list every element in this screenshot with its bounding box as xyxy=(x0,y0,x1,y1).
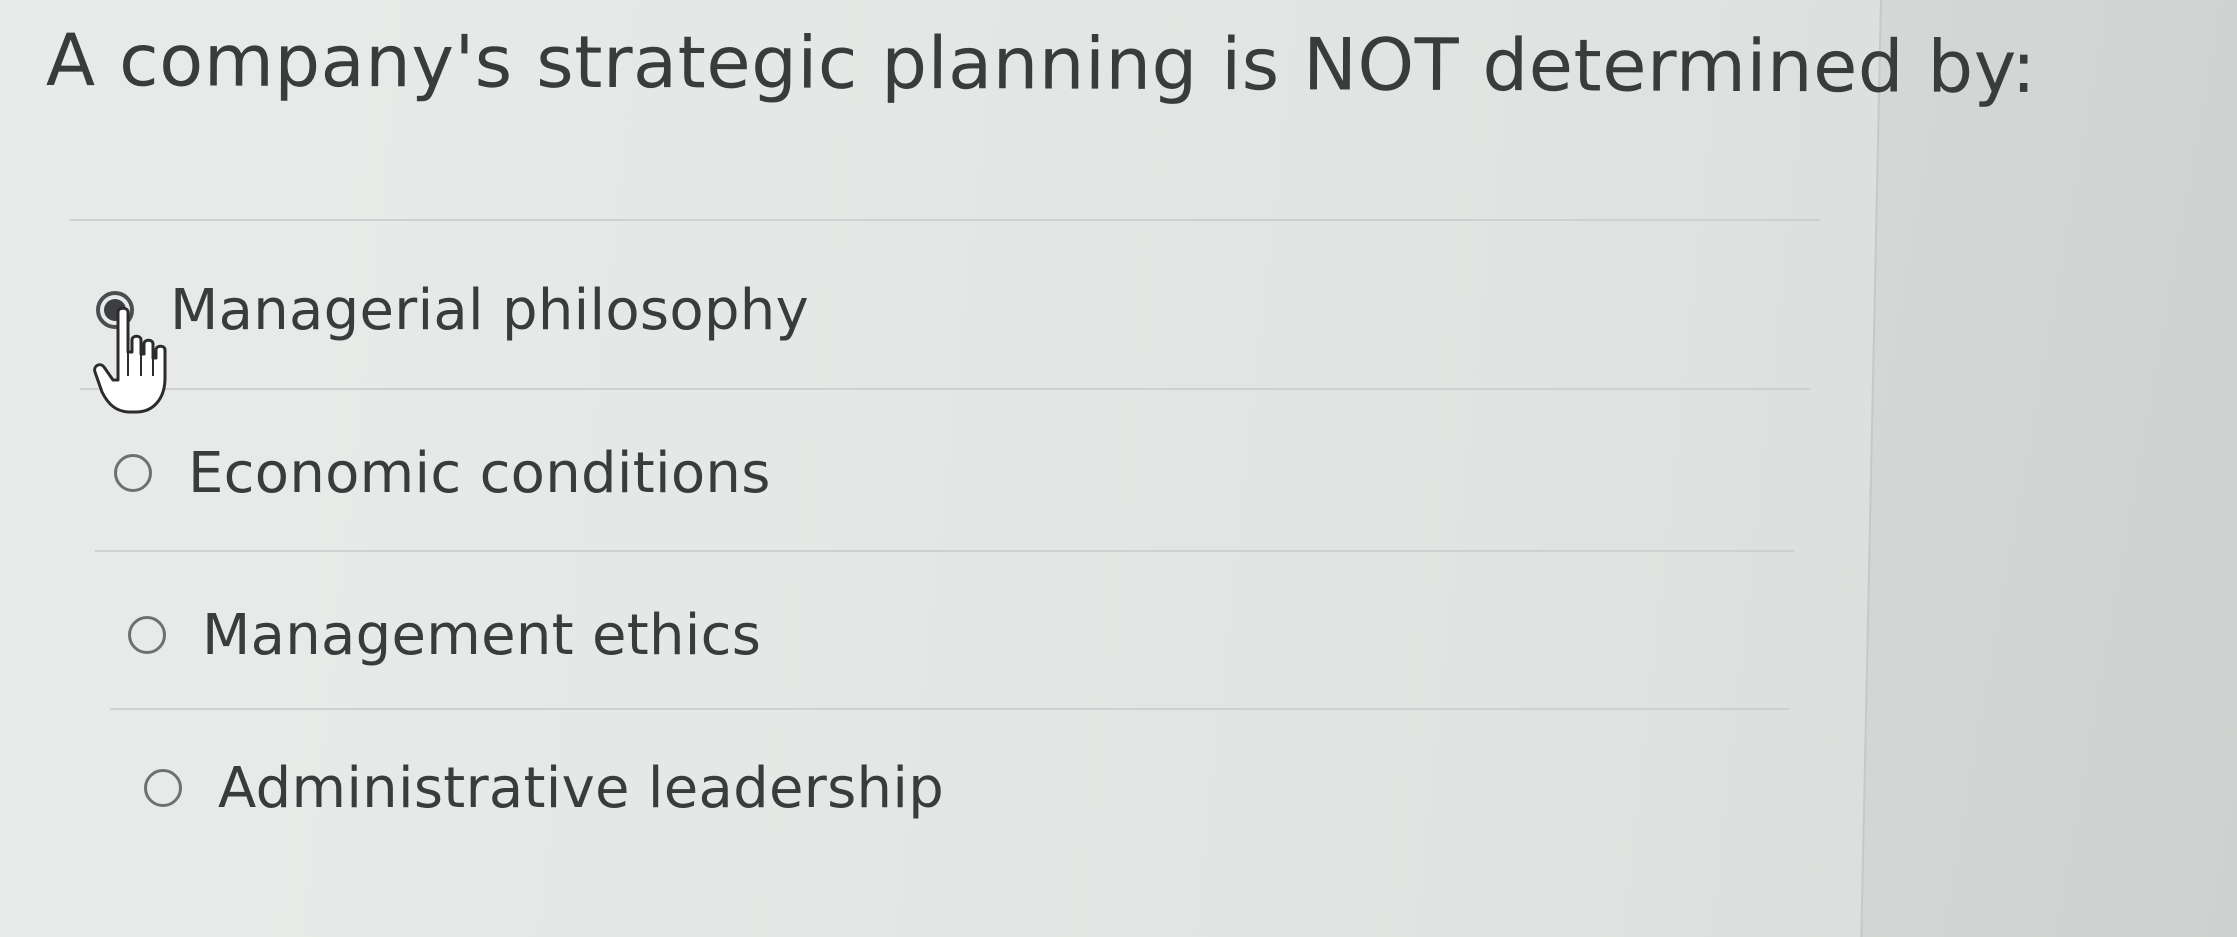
hand-pointer-icon xyxy=(93,306,167,414)
option-label: Economic conditions xyxy=(188,440,771,506)
quiz-screen: A company's strategic planning is NOT de… xyxy=(0,0,2237,937)
radio-button[interactable] xyxy=(144,769,182,807)
option-label: Management ethics xyxy=(202,602,762,668)
option-management-ethics[interactable]: Management ethics xyxy=(128,595,761,675)
divider xyxy=(80,388,1810,390)
option-economic-conditions[interactable]: Economic conditions xyxy=(114,433,771,513)
option-label: Managerial philosophy xyxy=(170,277,810,343)
divider xyxy=(110,708,1790,710)
divider xyxy=(95,550,1795,552)
radio-button[interactable] xyxy=(128,616,166,654)
radio-button[interactable] xyxy=(114,454,152,492)
option-administrative-leadership[interactable]: Administrative leadership xyxy=(144,748,944,828)
question-text: A company's strategic planning is NOT de… xyxy=(45,18,2037,109)
option-label: Administrative leadership xyxy=(218,755,945,821)
divider xyxy=(70,219,1820,221)
option-managerial-philosophy[interactable]: Managerial philosophy xyxy=(96,270,809,350)
